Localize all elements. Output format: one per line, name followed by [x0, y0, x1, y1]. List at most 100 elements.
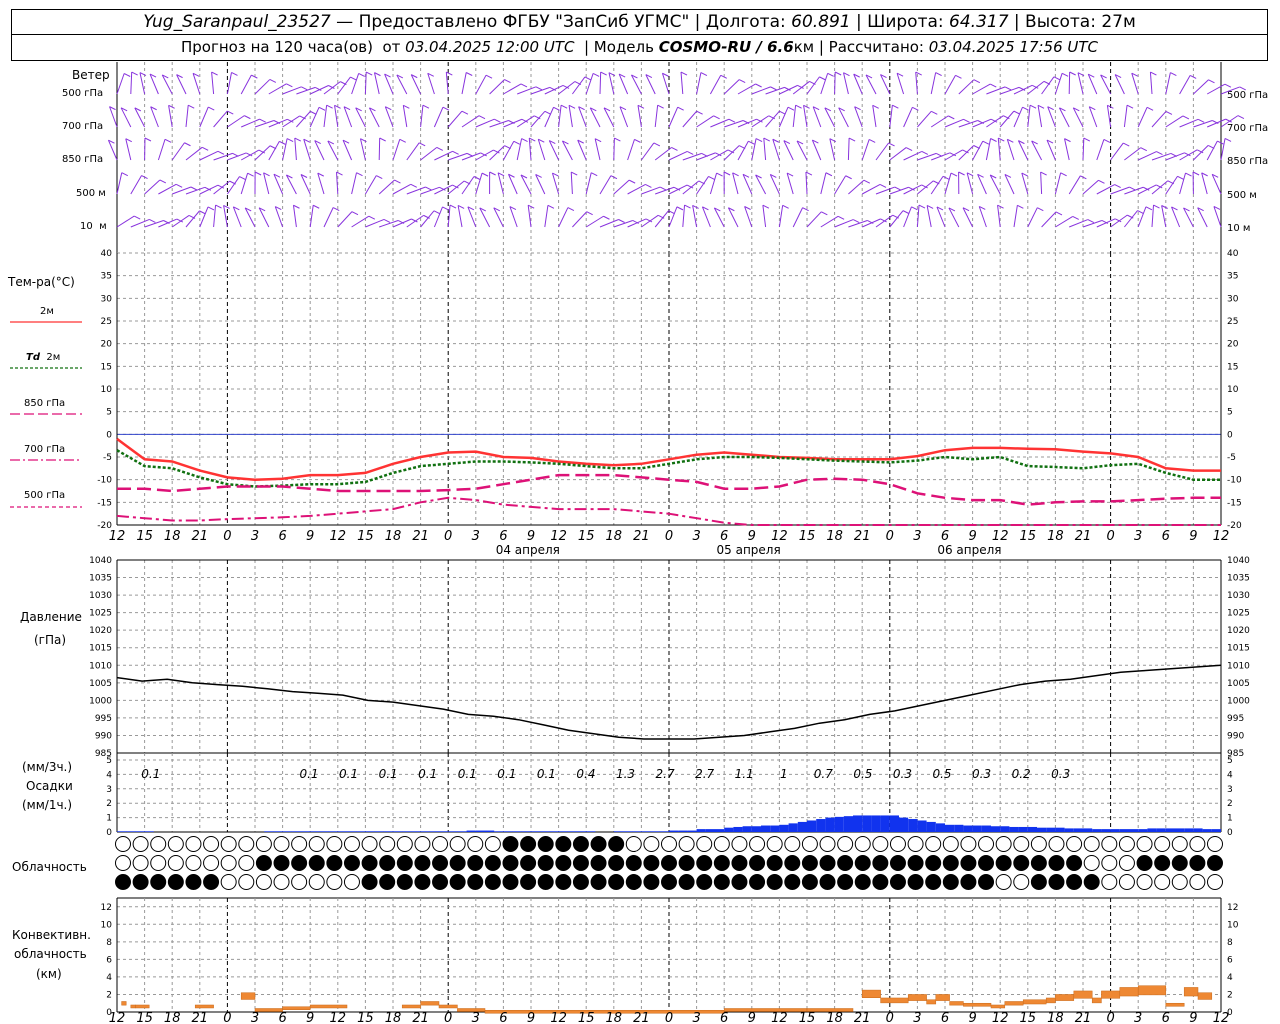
wind-barb [475, 74, 487, 95]
wind-barb-feather [144, 137, 152, 142]
wind-barb [392, 183, 412, 195]
temp-ytick-label: -10 [97, 476, 112, 486]
wind-barb [744, 206, 753, 228]
conv-xtick-label: 3 [251, 1011, 259, 1024]
cloud-symbol [942, 855, 959, 871]
wind-barb [309, 107, 320, 128]
wind-barb-feather [728, 118, 736, 123]
wind-barb [778, 107, 789, 128]
precip-bar [291, 831, 301, 832]
temp-ytick-label-right: -10 [1227, 476, 1242, 486]
wind-barb [585, 73, 594, 95]
precip-3h-label: 0.3 [1051, 767, 1070, 781]
precip-bar [678, 830, 688, 832]
wind-barb [571, 76, 586, 95]
wind-barb [296, 111, 311, 128]
wind-barb-feather [326, 104, 333, 109]
conv-cloud-bar [282, 1006, 311, 1010]
cloud-symbol [766, 836, 783, 852]
cloud-symbol [995, 874, 1012, 890]
cloud-symbol [432, 836, 449, 852]
wind-barb [1201, 172, 1208, 195]
conv-xtick-label: 9 [748, 1011, 756, 1024]
precip-bar [531, 831, 541, 832]
precip-bar [1119, 829, 1129, 832]
wind-barb [805, 172, 808, 195]
wind-barb [696, 72, 702, 95]
wind-barb [803, 105, 808, 128]
wind-barb [420, 147, 438, 161]
wind-barb [680, 72, 684, 95]
wind-barb-feather [351, 211, 359, 216]
conv-cloud-bar [309, 1004, 348, 1009]
wind-barb-feather [868, 138, 876, 143]
temp-ytick-label: 10 [101, 385, 113, 395]
wind-barb [548, 140, 560, 161]
wind-barb-feather [845, 175, 852, 180]
conv-cloud-bar [880, 997, 909, 1004]
temp-xtick-label: 12 [330, 529, 347, 544]
wind-barb [1077, 72, 1084, 95]
conv-xtick-label: 0 [1106, 1011, 1114, 1024]
cloud-symbol [819, 874, 836, 890]
temp-ytick-label-right: 35 [1227, 272, 1238, 282]
wind-barb-feather [853, 219, 860, 223]
wind-barb [769, 174, 780, 195]
wind-barb-feather [912, 106, 919, 111]
pres-ytick-label-right: 1015 [1227, 644, 1250, 654]
prec-ytick-label: 3 [106, 785, 112, 795]
cloud-symbol [661, 874, 677, 890]
wind-barb-feather [310, 110, 317, 115]
precip-bar [439, 831, 449, 832]
cloud-symbol [1154, 855, 1171, 871]
precip-bar [1027, 826, 1037, 832]
wind-barb [109, 106, 118, 128]
wind-barb [903, 107, 913, 128]
wind-barb [958, 145, 975, 161]
wind-barb [199, 106, 209, 128]
temp-xtick-label: 12 [1213, 529, 1230, 544]
wind-barb-feather [121, 172, 129, 177]
cloud-symbol [449, 836, 466, 852]
wind-barb-feather [848, 137, 856, 142]
cloud-symbol [907, 855, 924, 871]
wind-barb-feather [1208, 79, 1215, 84]
wind-barb [457, 205, 463, 228]
precip-3h-label: 1.1 [735, 767, 754, 781]
cloud-symbol [625, 836, 642, 852]
wind-barb-feather [399, 138, 406, 143]
pres-ytick-label-right: 1000 [1227, 696, 1250, 706]
wind-barb [701, 206, 711, 228]
conv-xtick-label: 12 [550, 1011, 567, 1024]
cloud-symbol [150, 836, 167, 852]
cloud-symbol [238, 836, 255, 852]
wind-barb [977, 174, 987, 195]
cloud-symbol [537, 874, 554, 890]
wind-barb-feather [958, 171, 965, 176]
precip-bar [641, 831, 651, 832]
wind-barb [1055, 215, 1074, 228]
conv-ytick-label-right: 12 [1227, 903, 1238, 913]
temp-ytick-label-right: 40 [1227, 249, 1239, 259]
prec-ytick-label: 4 [106, 770, 112, 780]
wind-barb [926, 205, 932, 228]
precip-bar [1165, 828, 1175, 832]
cloud-symbol [484, 836, 501, 852]
wind-barb-feather [684, 204, 691, 209]
wind-barb [654, 210, 669, 228]
precip-bar [494, 831, 504, 832]
conv-cloud-bar [1091, 997, 1102, 1004]
cloud-symbol [203, 855, 220, 871]
cloud-symbol [678, 874, 695, 890]
temp-xtick-label: 3 [913, 529, 921, 544]
cloud-symbol [115, 874, 131, 890]
conv-cloud-bar [1045, 997, 1056, 1004]
cloud-symbol [713, 874, 730, 890]
wind-barb [978, 206, 987, 228]
wind-barb-feather [294, 137, 302, 142]
wind-barb [854, 106, 863, 128]
cloud-symbol [273, 874, 290, 890]
precip-bar [770, 825, 780, 832]
precip-bar [1018, 826, 1028, 832]
wind-barb [323, 207, 334, 228]
